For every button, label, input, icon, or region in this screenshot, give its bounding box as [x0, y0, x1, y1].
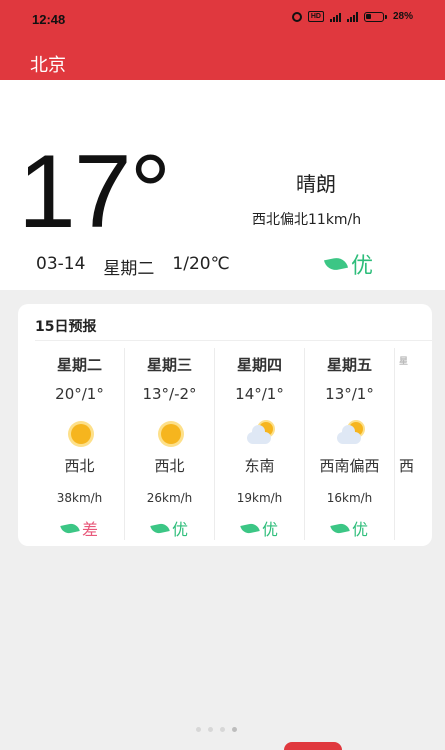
forecast-wind-direction: 西南偏西 [319, 457, 380, 475]
leaf-icon [240, 521, 260, 535]
status-time: 12:48 [32, 12, 66, 27]
forecast-day[interactable]: 星期三 13°/-2° 西北 26km/h 优 [125, 348, 215, 540]
city-title[interactable]: 北京 [30, 51, 66, 77]
forecast-wind-direction: 西 [399, 457, 415, 475]
forecast-weekday: 星 [399, 357, 409, 367]
forecast-aqi-label: 优 [351, 520, 368, 539]
forecast-title: 15日预报 [35, 319, 97, 335]
partly-cloudy-icon [247, 420, 275, 448]
current-aqi-label: 优 [351, 254, 374, 279]
forecast-wind-direction: 东南 [244, 457, 275, 475]
forecast-aqi-label: 优 [171, 520, 188, 539]
forecast-day[interactable]: 星期二 20°/1° 西北 38km/h 差 [35, 348, 125, 540]
sunny-icon [67, 420, 95, 448]
current-date-row: 03-14 星期二 1/20℃ [36, 254, 230, 279]
sunny-icon [157, 420, 185, 448]
forecast-aqi: 优 [215, 516, 304, 540]
forecast-day[interactable]: 星期四 14°/1° 东南 19km/h 优 [215, 348, 305, 540]
leaf-icon [150, 521, 170, 535]
page-dot-active [232, 727, 237, 732]
forecast-temp-range: 14°/1° [235, 385, 284, 403]
forecast-aqi: 优 [125, 516, 214, 540]
forecast-aqi-label: 优 [261, 520, 278, 539]
forecast-temp-range: 13°/1° [325, 385, 374, 403]
forecast-card: 15日预报 星期二 20°/1° 西北 38km/h 差 星期三 13°/-2°… [18, 304, 432, 546]
forecast-aqi-label: 差 [81, 520, 98, 539]
current-wind: 西北偏北11km/h [252, 212, 362, 228]
forecast-wind-direction: 西北 [154, 457, 185, 475]
forecast-weekday: 星期二 [56, 356, 102, 374]
leaf-icon [330, 521, 350, 535]
status-icons: HD 28% [291, 11, 413, 22]
bottom-tab-button[interactable] [284, 742, 342, 750]
forecast-weekday: 星期四 [236, 356, 282, 374]
forecast-aqi: 差 [35, 516, 124, 540]
page-dot [196, 727, 201, 732]
bottom-area [0, 720, 445, 750]
forecast-wind-speed: 38km/h [56, 491, 103, 505]
forecast-wind-speed: 16km/h [326, 491, 373, 505]
forecast-wind-speed: 26km/h [146, 491, 193, 505]
page-indicator [196, 727, 237, 732]
forecast-temp-range: 13°/-2° [142, 385, 197, 403]
forecast-weekday: 星期五 [326, 356, 372, 374]
forecast-weekday: 星期三 [146, 356, 192, 374]
current-temperature: 17° [18, 134, 171, 250]
page-dot [208, 727, 213, 732]
forecast-day[interactable]: 星期五 13°/1° 西南偏西 16km/h 优 [305, 348, 395, 540]
signal-4g-icon [346, 11, 358, 22]
forecast-wind-direction: 西北 [64, 457, 95, 475]
current-aqi[interactable]: 优 [323, 248, 374, 280]
app-bar: 北京 [0, 40, 445, 80]
forecast-aqi: 优 [305, 516, 394, 540]
leaf-icon [323, 255, 349, 273]
battery-cap-icon [384, 14, 387, 19]
current-temp-range: 1/20℃ [172, 254, 230, 274]
forecast-day-list[interactable]: 星期二 20°/1° 西北 38km/h 差 星期三 13°/-2° 西北 26… [35, 348, 432, 540]
battery-percent: 28% [392, 11, 413, 22]
signal-icon [329, 12, 341, 22]
leaf-icon [60, 521, 80, 535]
current-condition: 晴朗 [296, 172, 336, 196]
current-weekday: 星期二 [103, 259, 155, 279]
current-weather-panel: 17° 晴朗 西北偏北11km/h 03-14 星期二 1/20℃ 优 [0, 80, 445, 290]
current-date: 03-14 [36, 254, 86, 274]
forecast-day[interactable]: 星 西 [395, 348, 432, 540]
page-dot [220, 727, 225, 732]
battery-icon [363, 11, 384, 22]
alarm-icon [291, 11, 302, 22]
divider [35, 340, 432, 341]
forecast-wind-speed: 19km/h [236, 491, 283, 505]
status-bar: 12:48 HD 28% [0, 0, 445, 40]
hd-icon: HD [307, 11, 324, 22]
partly-cloudy-icon [337, 420, 365, 448]
forecast-temp-range: 20°/1° [55, 385, 104, 403]
